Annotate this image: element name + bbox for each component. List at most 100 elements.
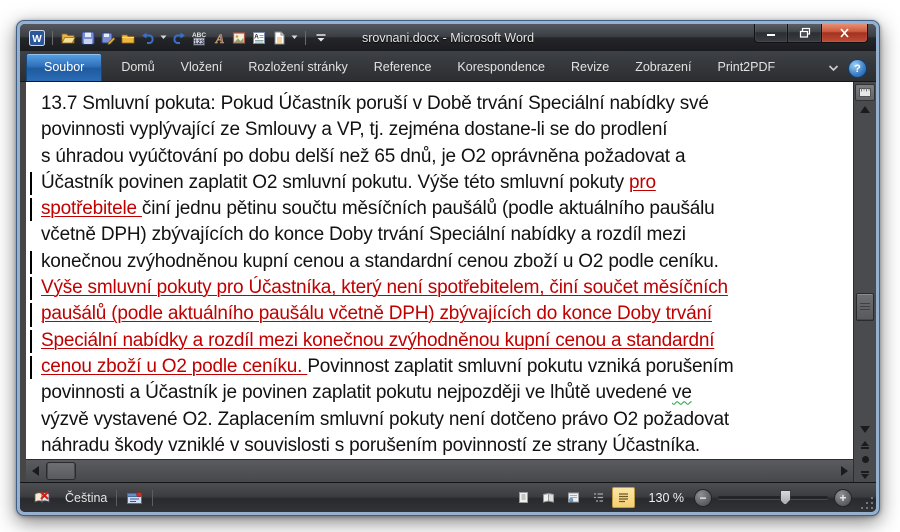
statusbar-right: 130 % − + [512, 487, 870, 508]
ribbon-tab-bar: Soubor Domů Vložení Rozložení stránky Refere… [20, 51, 876, 82]
qat-separator [305, 30, 306, 45]
save-as-icon[interactable] [99, 29, 117, 47]
inserted-text: Výše smluvní pokuty pro Účastníka, který… [41, 277, 728, 299]
word-app-icon[interactable]: W [28, 29, 46, 47]
text-line: Účastník povinen zaplatit O2 smluvní pok… [30, 170, 853, 196]
qat-separator [52, 30, 53, 45]
minimize-ribbon-chevron-icon[interactable] [828, 65, 839, 72]
new-document-dropdown-icon[interactable] [290, 29, 299, 47]
maximize-button[interactable] [788, 24, 821, 43]
resize-grip[interactable] [859, 495, 873, 509]
window-body: srovnani.docx - Microsoft Word W ABC 123 A A [20, 24, 876, 512]
document-area: 13.7 Smluvní pokuta: Pokud Účastník poru… [20, 82, 876, 482]
save-icon[interactable] [79, 29, 97, 47]
scroll-up-icon[interactable] [854, 101, 876, 117]
vertical-scroll-track[interactable] [854, 117, 876, 421]
fullscreen-reading-view-button[interactable] [537, 487, 560, 508]
change-bar [30, 277, 32, 301]
text-line: povinnosti vyplývající ze Smlouvy a VP, … [41, 117, 853, 143]
svg-text:A: A [254, 33, 259, 40]
translate-icon[interactable]: A [210, 29, 228, 47]
zoom-level[interactable]: 130 % [637, 491, 692, 505]
next-page-icon[interactable] [854, 467, 876, 482]
text-line: včetně DPH) zbývajících do konce Doby tr… [41, 222, 853, 248]
zoom-out-button[interactable]: − [694, 488, 712, 507]
restore-icon [799, 27, 810, 38]
language-status[interactable]: Čeština [58, 483, 114, 512]
text-line: cenou zboží u O2 podle ceníku. Povinnost… [30, 354, 853, 380]
body-text: Povinnost zaplatit smluvní pokutu vzniká… [307, 355, 734, 377]
web-layout-view-button[interactable] [562, 487, 585, 508]
body-text: činí jednu pětinu součtu měsíčních paušá… [141, 198, 715, 220]
text-line: paušálů (podle aktuálního paušálu včetně… [30, 301, 853, 327]
text-line: s úhradou vyúčtování po dobu delší než 6… [41, 144, 853, 170]
draft-view-button[interactable] [611, 487, 635, 508]
tab-domu[interactable]: Domů [108, 54, 167, 81]
undo-icon[interactable] [139, 29, 157, 47]
text-line: výzvě vystavené O2. Zaplacením smluvní p… [41, 407, 853, 433]
scroll-left-icon[interactable] [28, 464, 42, 478]
tab-zobrazeni[interactable]: Zobrazení [622, 54, 704, 81]
tabbar-right-controls: ? [828, 59, 867, 78]
text-line: Výše smluvní pokuty pro Účastníka, který… [30, 275, 853, 301]
inserted-text: spotřebitele [41, 198, 142, 220]
track-changes-icon[interactable] [119, 483, 150, 512]
qat-customize-icon[interactable] [312, 29, 330, 47]
horizontal-scroll-thumb[interactable] [46, 462, 76, 480]
change-bar [30, 250, 32, 275]
scroll-down-icon[interactable] [854, 421, 876, 437]
open-icon[interactable] [59, 29, 77, 47]
outline-view-button[interactable] [587, 487, 610, 508]
body-text: povinnosti vyplývající ze Smlouvy a VP, … [41, 119, 668, 141]
scroll-right-icon[interactable] [837, 464, 851, 478]
vertical-scrollbar[interactable] [853, 82, 876, 482]
help-icon[interactable]: ? [848, 59, 867, 78]
print-layout-view-button[interactable] [512, 487, 535, 508]
zoom-slider[interactable] [718, 490, 828, 505]
inserted-text: cenou zboží u O2 podle ceníku. [41, 355, 308, 377]
previous-page-icon[interactable] [854, 437, 876, 452]
title-bar[interactable]: srovnani.docx - Microsoft Word W ABC 123 A A [20, 24, 876, 51]
tab-reference[interactable]: Reference [361, 54, 445, 81]
zoom-in-button[interactable]: + [834, 488, 852, 507]
new-folder-icon[interactable] [119, 29, 137, 47]
redo-icon[interactable] [170, 29, 188, 47]
tab-rozlozeni-stranky[interactable]: Rozložení stránky [235, 54, 360, 81]
svg-text:123: 123 [194, 39, 205, 45]
close-button[interactable] [821, 24, 868, 43]
tab-print2pdf[interactable]: Print2PDF [704, 54, 788, 81]
change-bar [30, 198, 32, 222]
body-text: náhradu škody vzniklé v souvislosti s po… [41, 434, 701, 456]
view-ruler-icon[interactable] [855, 84, 875, 101]
proofing-errors-icon[interactable] [26, 483, 58, 512]
picture-icon[interactable] [230, 29, 248, 47]
new-document-icon[interactable] [270, 29, 288, 47]
vertical-scroll-thumb[interactable] [856, 293, 874, 322]
svg-text:W: W [32, 34, 42, 45]
body-text: s úhradou vyúčtování po dobu delší než 6… [41, 145, 686, 167]
word-window: srovnani.docx - Microsoft Word W ABC 123 A A [16, 20, 880, 516]
body-text: včetně DPH) zbývajících do konce Doby tr… [41, 224, 686, 246]
document-page[interactable]: 13.7 Smluvní pokuta: Pokud Účastník poru… [26, 82, 853, 459]
tab-revize[interactable]: Revize [558, 54, 622, 81]
text-line: 13.7 Smluvní pokuta: Pokud Účastník poru… [41, 91, 853, 117]
tab-korespondence[interactable]: Korespondence [444, 54, 558, 81]
autotext-icon[interactable]: A [250, 29, 268, 47]
zoom-slider-thumb[interactable] [779, 490, 791, 505]
tab-vlozeni[interactable]: Vložení [168, 54, 236, 81]
body-text: 13.7 Smluvní pokuta: Pokud Účastník poru… [41, 93, 709, 114]
body-text: povinnosti a Účastník je povinen zaplati… [41, 382, 673, 404]
undo-dropdown-icon[interactable] [159, 29, 168, 47]
spelling-number-icon[interactable]: ABC 123 [190, 29, 208, 47]
window-controls [754, 24, 868, 43]
horizontal-scrollbar[interactable] [26, 459, 853, 482]
text-line: spotřebitele činí jednu pětinu součtu mě… [30, 196, 853, 222]
svg-text:A: A [215, 31, 225, 46]
tab-soubor[interactable]: Soubor [26, 53, 103, 81]
select-browse-object-icon[interactable] [854, 452, 876, 467]
text-line: konečnou zvýhodněnou kupní cenou a stand… [30, 249, 853, 275]
minimize-button[interactable] [754, 24, 788, 43]
change-bar [30, 355, 32, 380]
change-bar [30, 329, 32, 353]
minimize-icon [767, 34, 775, 36]
